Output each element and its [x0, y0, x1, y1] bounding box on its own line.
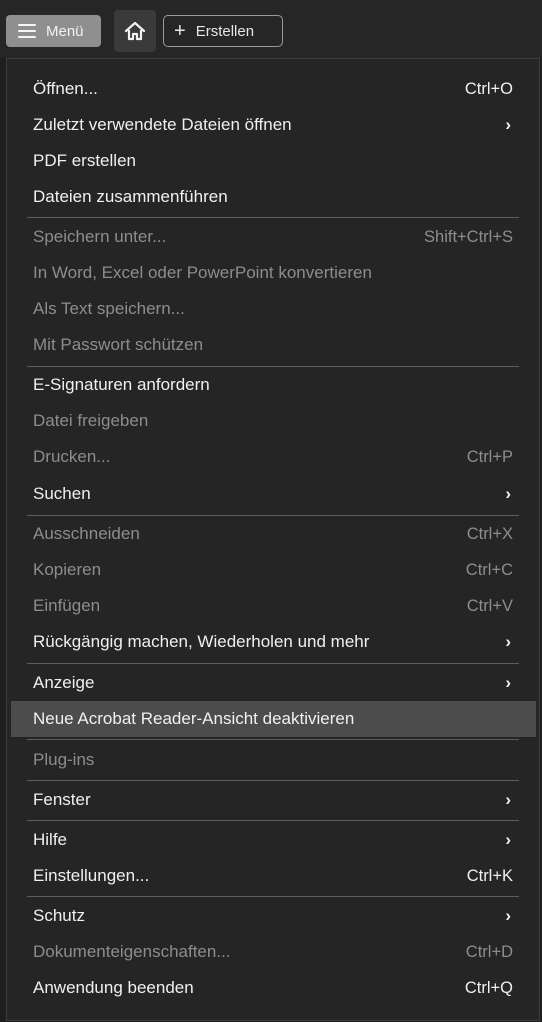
menu-separator	[27, 217, 519, 218]
menu-separator	[27, 663, 519, 664]
menu-item-label: Dateien zusammenführen	[33, 187, 228, 206]
chevron-right-icon: ›	[505, 790, 511, 809]
shortcut-label: Ctrl+O	[464, 79, 513, 98]
menu-separator	[27, 366, 519, 367]
chevron-right-icon: ›	[505, 484, 511, 503]
menu-item-label: Hilfe	[33, 830, 68, 849]
create-button[interactable]: + Erstellen	[163, 15, 283, 47]
menu-item-label: Als Text speichern...	[33, 299, 185, 318]
menu-item-label: Drucken...	[33, 447, 111, 466]
shortcut-label: Ctrl+X	[466, 524, 513, 543]
menu-separator	[27, 739, 519, 740]
menu-item-save-as[interactable]: Speichern unter... Shift+Ctrl+S	[7, 219, 539, 255]
menu-item-label: Anzeige	[33, 673, 95, 692]
menu-item-request-esignatures[interactable]: E-Signaturen anfordern	[7, 367, 539, 403]
top-toolbar: Menü + Erstellen	[0, 0, 542, 58]
menu-item-label: In Word, Excel oder PowerPoint konvertie…	[33, 263, 372, 282]
menu-item-copy[interactable]: Kopieren Ctrl+C	[7, 552, 539, 588]
shortcut-label: Shift+Ctrl+S	[424, 227, 513, 246]
menu-item-label: Schutz	[33, 906, 85, 925]
menu-item-help[interactable]: Hilfe ›	[7, 822, 539, 858]
menu-item-label: Speichern unter...	[33, 227, 167, 246]
menu-item-convert-office[interactable]: In Word, Excel oder PowerPoint konvertie…	[7, 255, 539, 291]
menu-item-paste[interactable]: Einfügen Ctrl+V	[7, 588, 539, 624]
menu-item-combine-files[interactable]: Dateien zusammenführen	[7, 179, 539, 215]
menu-item-save-as-text[interactable]: Als Text speichern...	[7, 291, 539, 327]
menu-item-create-pdf[interactable]: PDF erstellen	[7, 143, 539, 179]
menu-item-document-properties[interactable]: Dokumenteigenschaften... Ctrl+D	[7, 934, 539, 970]
menu-item-label: Rückgängig machen, Wiederholen und mehr	[33, 632, 370, 651]
home-icon	[124, 21, 146, 41]
chevron-right-icon: ›	[505, 830, 511, 849]
menu-item-print[interactable]: Drucken... Ctrl+P	[7, 439, 539, 475]
create-button-label: Erstellen	[195, 22, 255, 40]
menu-item-cut[interactable]: Ausschneiden Ctrl+X	[7, 516, 539, 552]
plus-icon: +	[174, 20, 186, 42]
shortcut-label: Ctrl+P	[466, 447, 513, 466]
menu-item-window[interactable]: Fenster ›	[7, 782, 539, 818]
menu-item-label: E-Signaturen anfordern	[33, 375, 210, 394]
menu-item-search[interactable]: Suchen ›	[7, 476, 539, 512]
menu-item-label: Öffnen...	[33, 79, 98, 98]
menu-item-label: Einfügen	[33, 596, 101, 615]
menu-item-label: PDF erstellen	[33, 151, 136, 170]
shortcut-label: Ctrl+Q	[464, 978, 513, 997]
menu-item-label: Datei freigeben	[33, 411, 149, 430]
menu-item-label: Anwendung beenden	[33, 978, 194, 997]
shortcut-label: Ctrl+D	[465, 942, 513, 961]
menu-item-label: Ausschneiden	[33, 524, 140, 543]
menu-item-label: Fenster	[33, 790, 91, 809]
chevron-right-icon: ›	[505, 115, 511, 134]
menu-item-label: Zuletzt verwendete Dateien öffnen	[33, 115, 292, 134]
menu-item-preferences[interactable]: Einstellungen... Ctrl+K	[7, 858, 539, 894]
menu-separator	[27, 780, 519, 781]
menu-item-plugins[interactable]: Plug-ins	[7, 742, 539, 778]
menu-item-share-file[interactable]: Datei freigeben	[7, 403, 539, 439]
shortcut-label: Ctrl+K	[466, 866, 513, 885]
menu-item-label: Kopieren	[33, 560, 102, 579]
menu-item-label: Neue Acrobat Reader-Ansicht deaktivieren	[33, 709, 355, 728]
hamburger-icon	[18, 24, 36, 38]
menu-item-quit-application[interactable]: Anwendung beenden Ctrl+Q	[7, 970, 539, 1006]
menu-button-label: Menü	[46, 22, 84, 40]
menu-item-label: Suchen	[33, 484, 91, 503]
menu-item-open[interactable]: Öffnen... Ctrl+O	[7, 71, 539, 107]
menu-separator	[27, 820, 519, 821]
menu-item-label: Plug-ins	[33, 750, 95, 769]
main-menu-dropdown: Öffnen... Ctrl+O Zuletzt verwendete Dateie…	[6, 58, 540, 1021]
menu-item-password-protect[interactable]: Mit Passwort schützen	[7, 327, 539, 363]
menu-item-label: Einstellungen...	[33, 866, 150, 885]
menu-item-protection[interactable]: Schutz ›	[7, 898, 539, 934]
menu-item-recent-files[interactable]: Zuletzt verwendete Dateien öffnen ›	[7, 107, 539, 143]
chevron-right-icon: ›	[505, 632, 511, 651]
shortcut-label: Ctrl+V	[466, 596, 513, 615]
menu-item-disable-new-reader[interactable]: Neue Acrobat Reader-Ansicht deaktivieren	[11, 701, 536, 737]
menu-item-label: Mit Passwort schützen	[33, 335, 204, 354]
shortcut-label: Ctrl+C	[465, 560, 513, 579]
menu-item-label: Dokumenteigenschaften...	[33, 942, 231, 961]
chevron-right-icon: ›	[505, 673, 511, 692]
menu-item-undo-redo-more[interactable]: Rückgängig machen, Wiederholen und mehr ›	[7, 624, 539, 660]
menu-button[interactable]: Menü	[6, 15, 101, 47]
home-button[interactable]	[114, 10, 156, 52]
menu-separator	[27, 896, 519, 897]
menu-item-view[interactable]: Anzeige ›	[7, 665, 539, 701]
chevron-right-icon: ›	[505, 906, 511, 925]
menu-separator	[27, 515, 519, 516]
